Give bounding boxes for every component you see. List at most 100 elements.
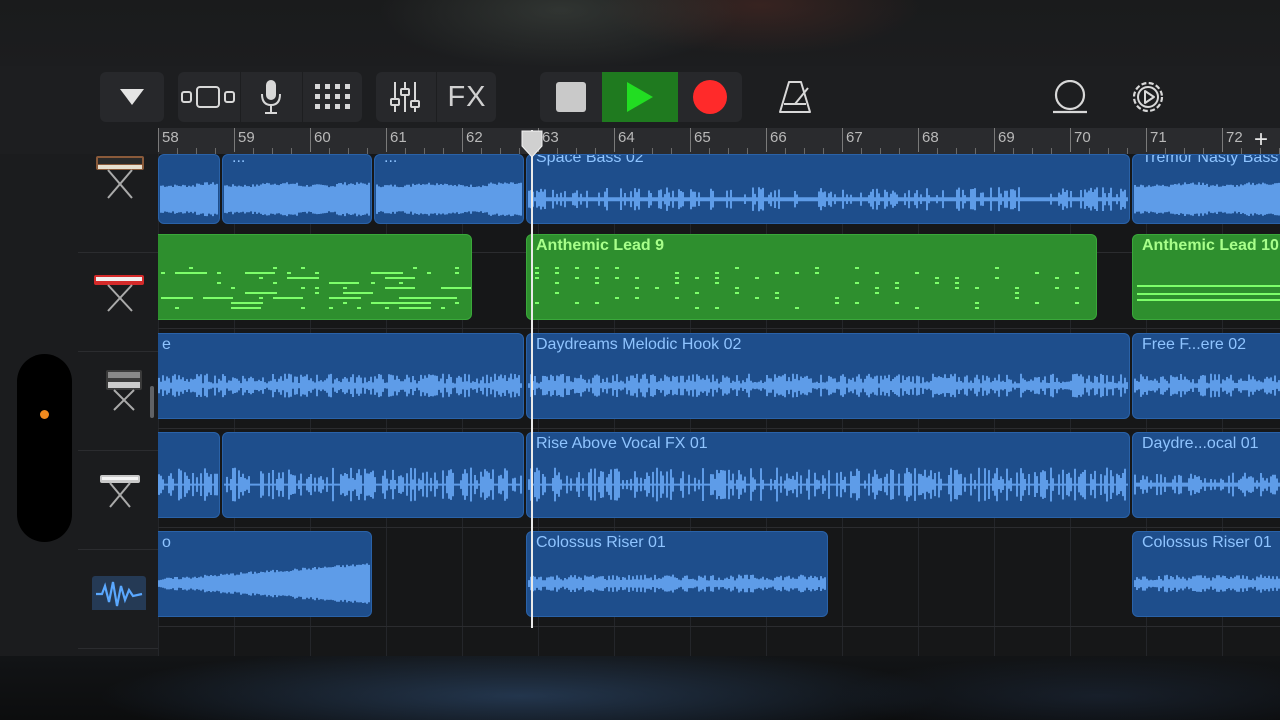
fx-button[interactable]: FX <box>436 72 497 122</box>
view-menu-group <box>100 72 164 122</box>
view-menu-button[interactable] <box>100 72 164 122</box>
midi-region[interactable]: Anthemic Lead 10 <box>1132 234 1280 320</box>
midi-note <box>399 302 429 304</box>
midi-note <box>1055 277 1059 279</box>
audio-region[interactable]: Rise Above Vocal FX 01 <box>526 432 1130 518</box>
grid-button[interactable] <box>302 72 363 122</box>
midi-note <box>995 277 999 279</box>
metronome-button[interactable] <box>770 72 820 122</box>
mixer-button[interactable] <box>376 72 434 122</box>
midi-note <box>1055 287 1059 289</box>
audio-region[interactable]: Colossus Riser 01 <box>526 531 828 617</box>
midi-note <box>975 287 979 289</box>
waveform-graphic <box>1134 373 1280 398</box>
triangle-down-icon <box>120 89 144 105</box>
waveform <box>1134 182 1280 217</box>
transport-group <box>540 72 742 122</box>
midi-note <box>895 302 899 304</box>
audio-region[interactable]: Daydreams Melodic Hook 02 <box>526 333 1130 419</box>
ruler-bar-tick <box>1146 128 1147 152</box>
record-button[interactable] <box>678 72 742 122</box>
midi-note <box>575 277 579 279</box>
track-header-1[interactable] <box>78 154 158 253</box>
audio-region[interactable]: e <box>158 333 524 419</box>
midi-note <box>855 282 859 284</box>
midi-note <box>413 267 417 269</box>
microphone-button[interactable] <box>240 72 301 122</box>
ruler-bar-number: 61 <box>390 129 407 146</box>
midi-region[interactable] <box>158 234 472 320</box>
audio-region[interactable]: Space Bass 02 <box>526 154 1130 224</box>
midi-note <box>915 272 919 274</box>
play-icon <box>627 82 653 112</box>
settings-button[interactable] <box>1122 72 1174 122</box>
ruler-bar-tick <box>158 128 159 152</box>
midi-note <box>555 292 559 294</box>
stop-button[interactable] <box>540 72 602 122</box>
midi-note <box>575 302 579 304</box>
track-lane-5[interactable]: o Colossus Riser 01 Colossus Riser 01 <box>158 528 1280 627</box>
audio-region[interactable]: Colossus Riser 01 <box>1132 531 1280 617</box>
track-header-5[interactable] <box>78 550 158 649</box>
midi-note <box>775 297 779 299</box>
track-lane-2[interactable]: Anthemic Lead 9 Anthemic Lead 10 <box>158 230 1280 329</box>
midi-note <box>231 302 261 304</box>
ruler-bar-tick <box>766 128 767 152</box>
midi-note <box>775 272 779 274</box>
waveform <box>528 467 1128 502</box>
playhead[interactable] <box>531 130 533 628</box>
track-lane-3[interactable]: e Daydreams Melodic Hook 02 Free F...ere… <box>158 330 1280 429</box>
waveform <box>376 182 522 217</box>
midi-note <box>675 297 679 299</box>
track-lane-4[interactable]: Rise Above Vocal FX 01 Daydre...ocal 01 <box>158 429 1280 528</box>
play-button[interactable] <box>602 72 678 122</box>
track-header-3[interactable] <box>78 352 158 451</box>
loop-browser-button[interactable] <box>1044 72 1096 122</box>
track-header-4[interactable] <box>78 451 158 550</box>
midi-region[interactable]: Anthemic Lead 9 <box>526 234 1097 320</box>
audio-region[interactable]: Tremor Nasty Bass <box>1132 154 1280 224</box>
midi-note <box>935 282 939 284</box>
audio-region[interactable] <box>158 432 220 518</box>
midi-note <box>1137 299 1280 301</box>
timeline-ruler[interactable]: 58 59 60 61 62 63 64 65 66 67 68 69 70 71 72 + <box>158 128 1280 154</box>
midi-note <box>231 287 235 289</box>
audio-region[interactable] <box>158 154 220 224</box>
audio-region[interactable]: Daydre...ocal 01 <box>1132 432 1280 518</box>
midi-note <box>1075 272 1079 274</box>
tracks-area[interactable]: ... ... Space Bass 02 Tremor Nasty Bass … <box>158 154 1280 656</box>
midi-note <box>343 287 347 289</box>
audio-region[interactable]: ... <box>374 154 524 224</box>
audio-region[interactable]: Free F...ere 02 <box>1132 333 1280 419</box>
audio-region[interactable]: o <box>158 531 372 617</box>
midi-note <box>161 297 191 299</box>
midi-note <box>915 307 919 309</box>
audio-region[interactable] <box>222 432 524 518</box>
midi-note <box>1137 285 1280 287</box>
plus-icon[interactable]: + <box>1254 128 1268 154</box>
midi-note <box>735 267 739 269</box>
midi-note <box>287 272 291 274</box>
waveform-graphic <box>224 182 370 217</box>
background-blur-top <box>0 0 1280 66</box>
waveform-graphic <box>1134 574 1280 593</box>
midi-note <box>371 272 401 274</box>
midi-note <box>329 307 333 309</box>
track-header-2[interactable] <box>78 253 158 352</box>
synth-keyboard-icon <box>96 156 144 199</box>
midi-note <box>189 267 193 269</box>
midi-note <box>357 307 361 309</box>
midi-note <box>217 282 221 284</box>
tracks-view-button[interactable] <box>178 72 238 122</box>
playhead-handle-icon[interactable] <box>520 130 544 158</box>
gear-icon <box>1132 81 1164 113</box>
midi-note <box>217 272 221 274</box>
audio-region[interactable]: ... <box>222 154 372 224</box>
waveform-graphic <box>1134 472 1280 497</box>
waveform-graphic <box>158 468 218 501</box>
midi-note <box>385 287 415 289</box>
midi-note <box>575 267 579 269</box>
track-scroll-control[interactable] <box>17 354 72 542</box>
midi-note <box>715 282 719 284</box>
midi-note <box>259 277 263 279</box>
